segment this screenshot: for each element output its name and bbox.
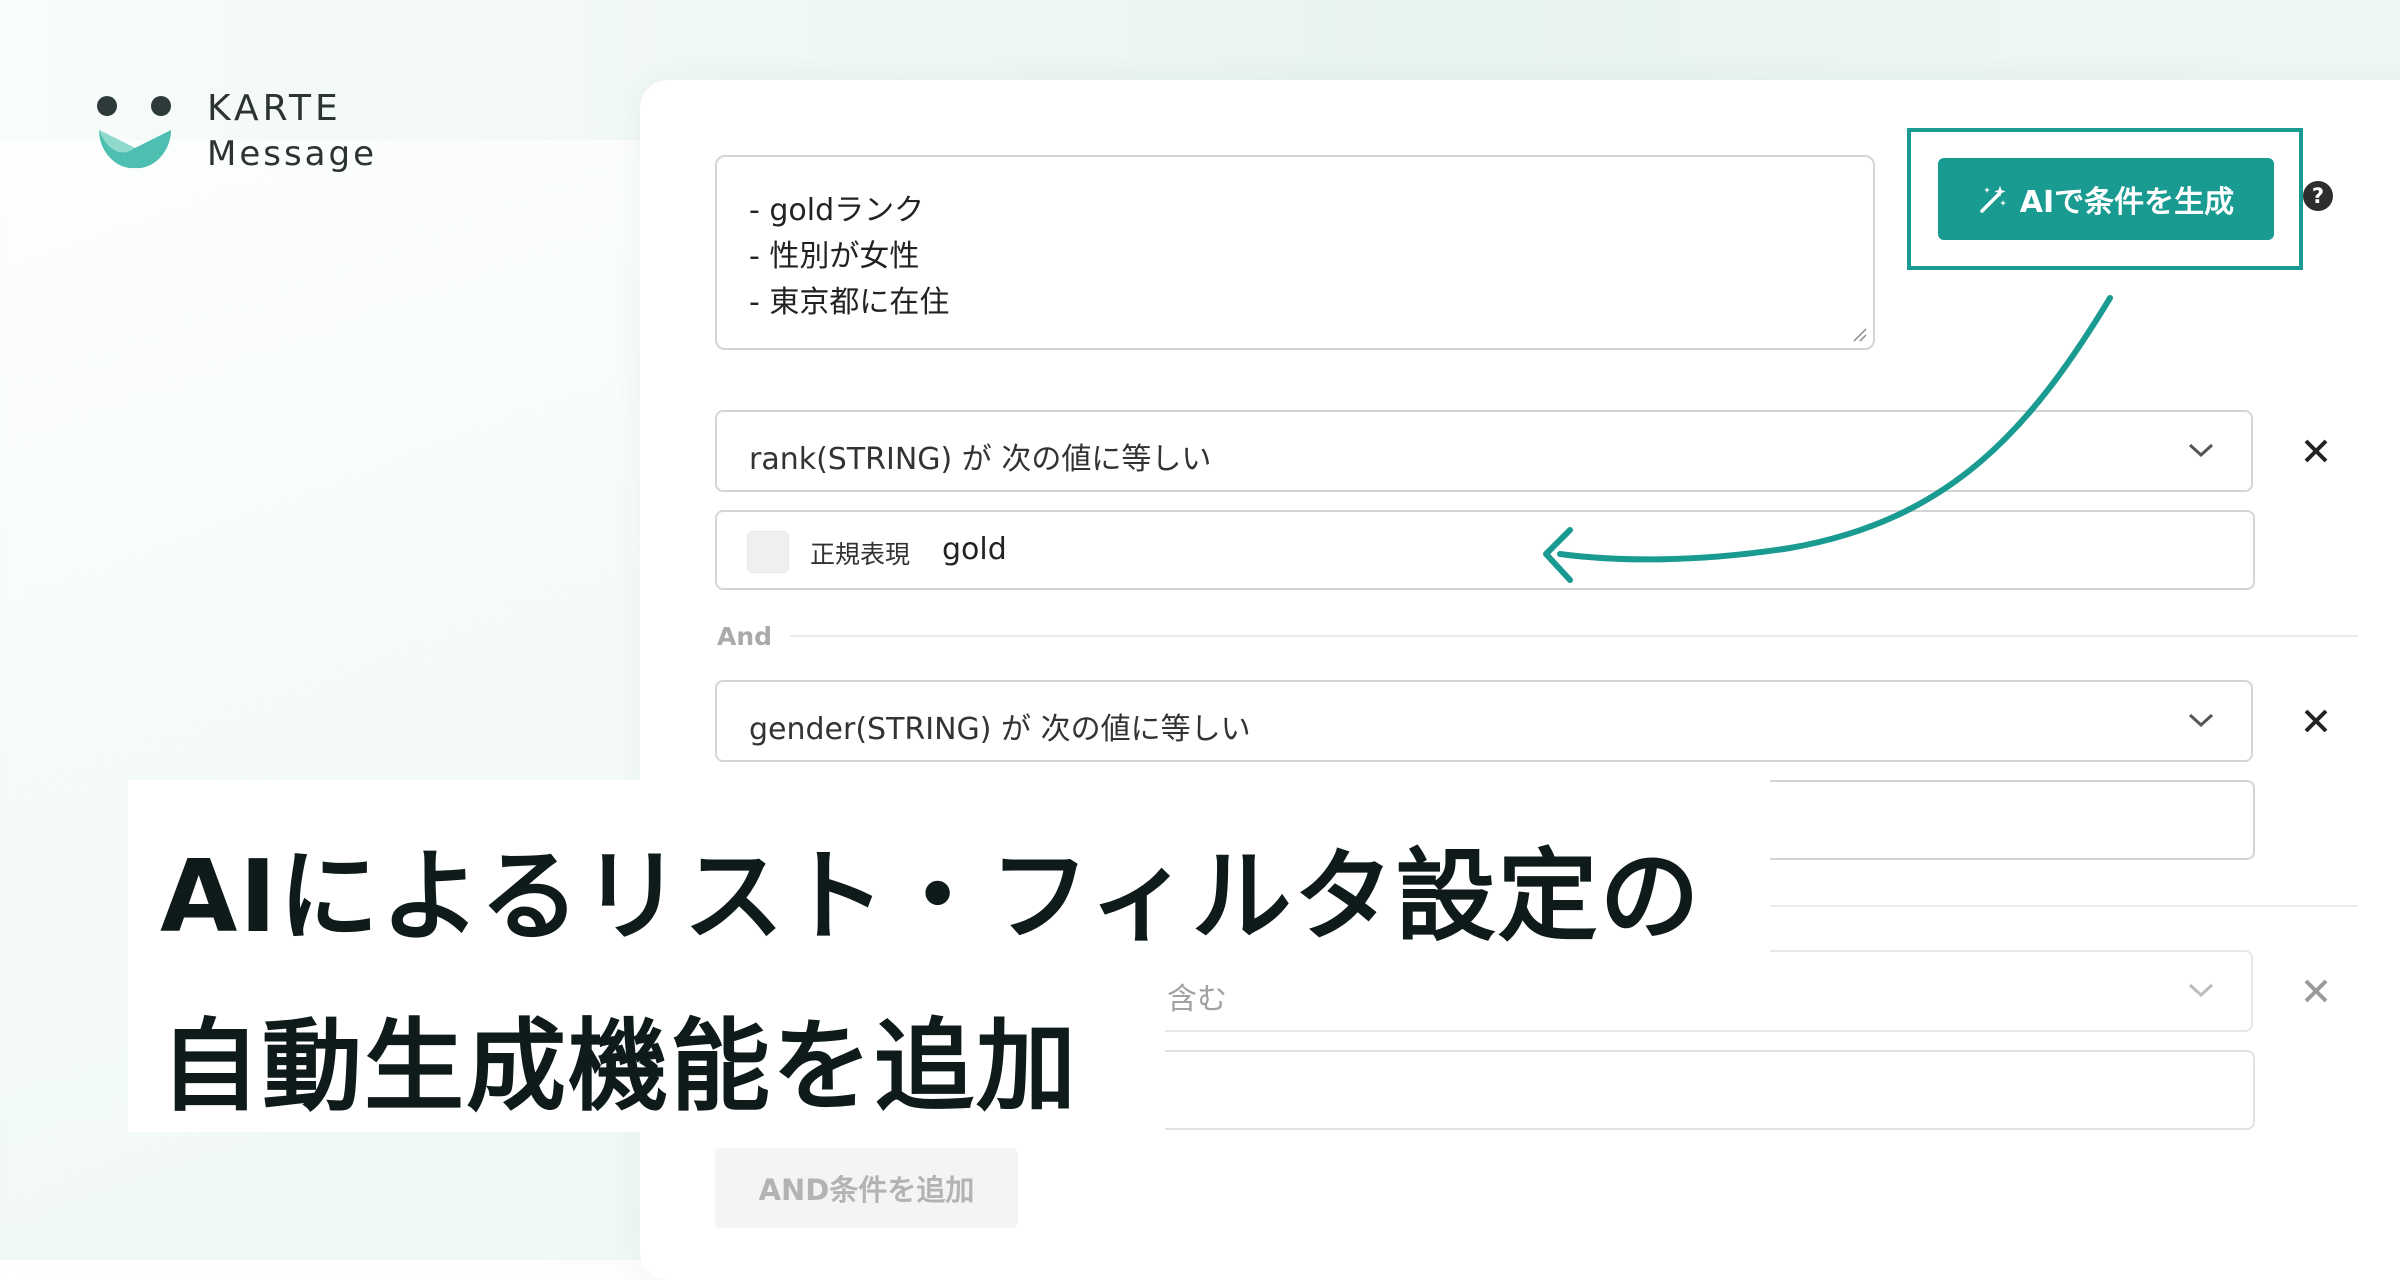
condition-select-text: gender(STRING) が 次の値に等しい [749, 712, 1251, 747]
logo-dot-right [151, 96, 171, 116]
logo-dot-left [97, 96, 117, 116]
ai-generate-label: AIで条件を生成 [2019, 185, 2235, 220]
ai-prompt-textarea[interactable]: - goldランク - 性別が女性 - 東京都に在住 [715, 155, 1875, 350]
and-separator-line [790, 635, 2358, 637]
help-icon[interactable]: ? [2303, 181, 2333, 211]
condition-select-text: 含む [1167, 982, 1227, 1017]
brand-name: KARTE [207, 88, 342, 129]
headline-line2: 自動生成機能を追加 [160, 1008, 1078, 1125]
prompt-line: - 東京都に在住 [749, 285, 950, 320]
ai-generate-button[interactable]: AIで条件を生成 [1938, 158, 2274, 240]
regex-checkbox[interactable] [747, 531, 789, 573]
prompt-line: - 性別が女性 [749, 239, 920, 274]
condition-select-gender[interactable]: gender(STRING) が 次の値に等しい [715, 680, 2253, 762]
logo-smile-icon [99, 130, 171, 169]
add-and-condition-button[interactable]: AND条件を追加 [715, 1148, 1018, 1228]
condition-value: gold [942, 532, 1007, 567]
remove-condition-icon[interactable] [2300, 975, 2332, 1007]
condition-select-text: rank(STRING) が 次の値に等しい [749, 442, 1212, 477]
resize-grip-icon[interactable] [1851, 326, 1867, 342]
magic-wand-icon [1980, 186, 2006, 213]
brand-product: Message [207, 134, 378, 174]
remove-condition-icon[interactable] [2300, 705, 2332, 737]
condition-select-rank[interactable]: rank(STRING) が 次の値に等しい [715, 410, 2253, 492]
regex-label: 正規表現 [810, 540, 911, 569]
headline-line1: AIによるリスト・フィルタ設定の [160, 838, 1702, 955]
and-separator-label: And [717, 622, 773, 651]
chevron-down-icon [2188, 713, 2214, 728]
chevron-down-icon [2188, 443, 2214, 458]
chevron-down-icon [2188, 983, 2214, 998]
prompt-line: - goldランク [749, 193, 925, 228]
remove-condition-icon[interactable] [2300, 435, 2332, 467]
condition-value-field[interactable]: 正規表現 gold [715, 510, 2255, 590]
